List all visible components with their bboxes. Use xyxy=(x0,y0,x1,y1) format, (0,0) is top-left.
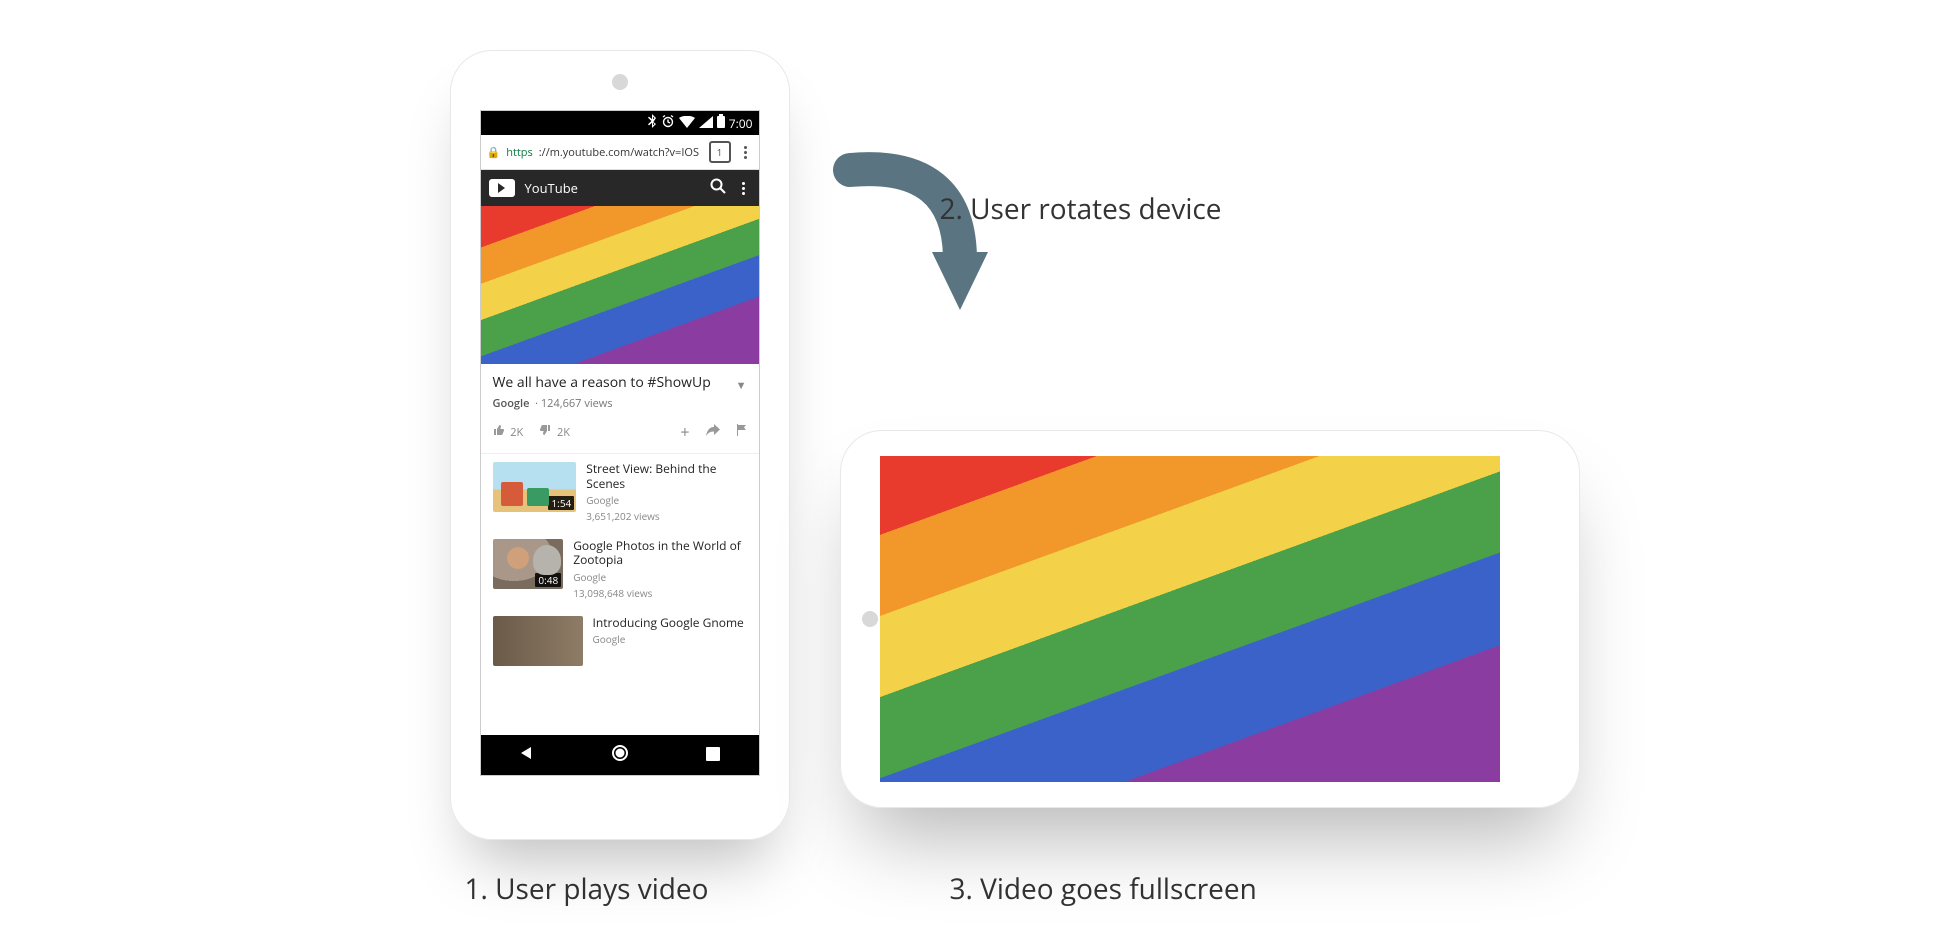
tab-count-button[interactable]: 1 xyxy=(709,141,731,163)
item-channel: Google xyxy=(586,493,746,507)
chevron-down-icon[interactable]: ▼ xyxy=(736,378,747,393)
fullscreen-video-player[interactable] xyxy=(880,456,1500,782)
thumbnail xyxy=(493,616,583,666)
item-title: Google Photos in the World of Zootopia xyxy=(573,539,746,568)
speaker-icon xyxy=(612,74,628,90)
add-to-button[interactable]: + xyxy=(680,421,689,443)
youtube-wordmark: YouTube xyxy=(525,179,578,197)
speaker-icon xyxy=(862,611,878,627)
flag-button[interactable] xyxy=(736,424,747,440)
youtube-logo-icon[interactable] xyxy=(489,179,515,197)
thumbnail: 1:54 xyxy=(493,462,577,512)
item-views: 13,098,648 views xyxy=(573,586,746,600)
back-icon[interactable] xyxy=(519,744,535,766)
url-text: ://m.youtube.com/watch?v=IOS xyxy=(539,145,699,160)
home-icon[interactable] xyxy=(611,744,629,767)
channel-name[interactable]: Google xyxy=(493,396,530,411)
caption-step-3: 3. Video goes fullscreen xyxy=(950,870,1257,908)
overview-icon[interactable] xyxy=(706,744,720,766)
video-title: We all have a reason to #ShowUp xyxy=(493,374,747,392)
clock-text: 7:00 xyxy=(729,115,753,132)
list-item[interactable]: 1:54 Street View: Behind the Scenes Goog… xyxy=(481,454,759,531)
alarm-icon xyxy=(661,114,675,132)
item-channel: Google xyxy=(573,570,746,584)
item-title: Street View: Behind the Scenes xyxy=(586,462,746,491)
item-channel: Google xyxy=(593,632,744,646)
android-nav-bar xyxy=(481,735,759,775)
youtube-overflow-menu-button[interactable] xyxy=(737,182,751,195)
thumbnail: 0:48 xyxy=(493,539,564,589)
wifi-icon xyxy=(679,115,695,132)
like-button[interactable]: 2K xyxy=(493,424,524,440)
share-button[interactable] xyxy=(706,424,720,440)
view-count: 124,667 views xyxy=(541,396,613,411)
dislike-button[interactable]: 2K xyxy=(539,424,570,440)
bluetooth-icon xyxy=(647,114,657,132)
item-views: 3,651,202 views xyxy=(586,509,746,523)
rotate-arrow-icon xyxy=(820,140,1020,340)
phone-portrait: 7:00 🔒 https ://m.youtube.com/watch?v=IOS… xyxy=(450,50,790,840)
video-frame xyxy=(481,206,759,364)
caption-step-2: 2. User rotates device xyxy=(940,190,1222,228)
search-icon[interactable] xyxy=(709,177,727,200)
video-player[interactable] xyxy=(481,206,759,364)
list-item[interactable]: 0:48 Google Photos in the World of Zooto… xyxy=(481,531,759,608)
suggested-videos-list: 1:54 Street View: Behind the Scenes Goog… xyxy=(481,454,759,735)
phone-landscape xyxy=(840,430,1580,808)
video-frame xyxy=(880,456,1500,782)
lock-icon: 🔒 xyxy=(487,145,501,160)
cell-signal-icon xyxy=(699,115,713,132)
list-item[interactable]: Introducing Google Gnome Google xyxy=(481,608,759,674)
url-scheme: https xyxy=(506,145,533,160)
caption-step-1: 1. User plays video xyxy=(465,870,709,908)
android-status-bar: 7:00 xyxy=(481,111,759,135)
battery-icon xyxy=(717,114,725,132)
browser-omnibox[interactable]: 🔒 https ://m.youtube.com/watch?v=IOS 1 xyxy=(481,135,759,170)
chrome-overflow-menu-button[interactable] xyxy=(739,146,753,159)
youtube-header: YouTube xyxy=(481,170,759,206)
item-title: Introducing Google Gnome xyxy=(593,616,744,630)
